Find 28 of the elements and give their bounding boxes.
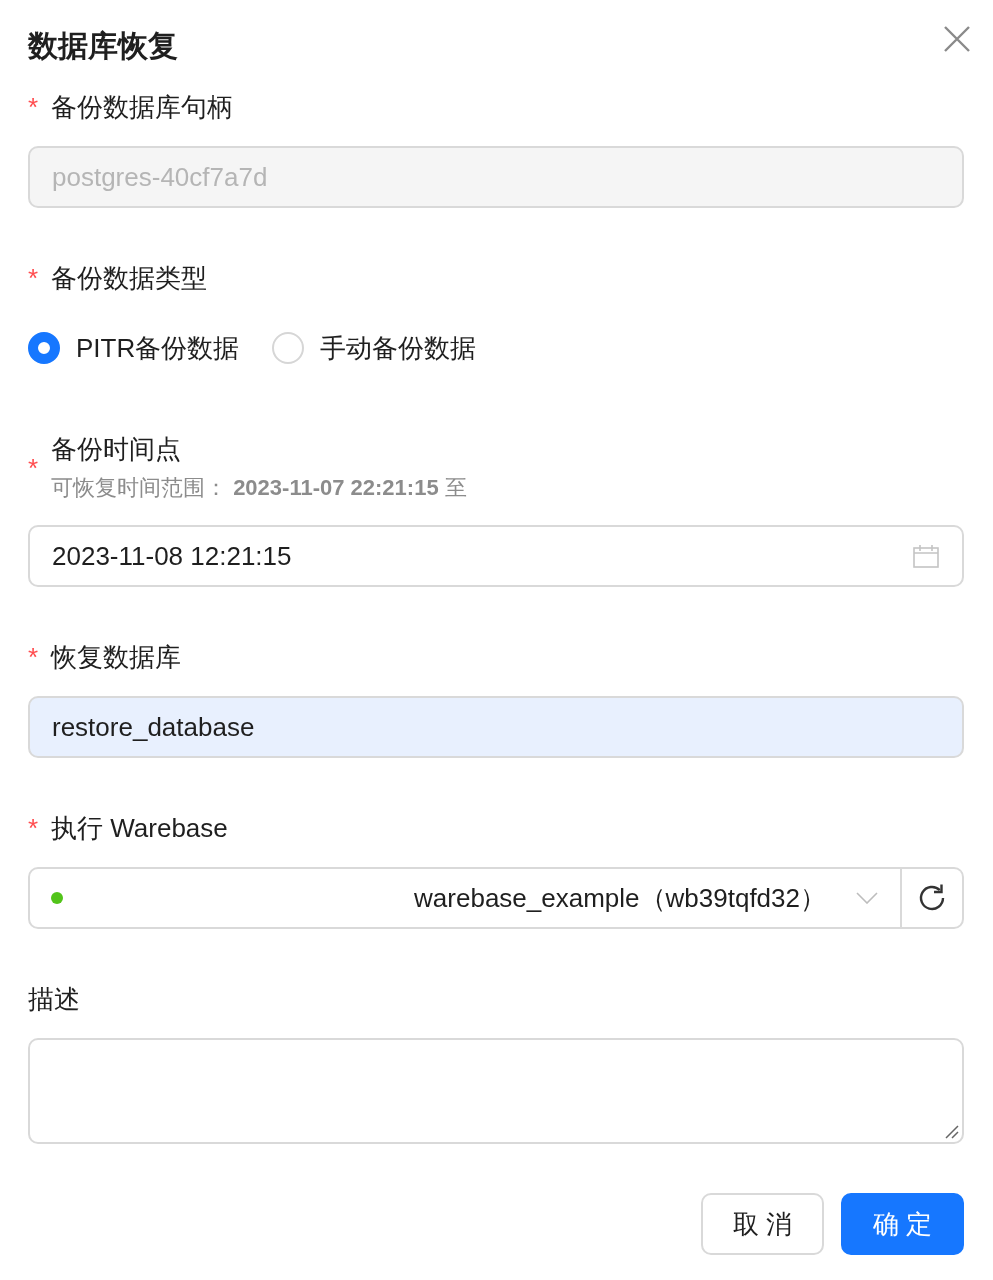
input-field[interactable]: restore_database <box>28 696 964 758</box>
radio-option[interactable]: PITR备份数据 <box>28 330 240 366</box>
select-field[interactable]: warebase_example（wb39tqfd32） <box>28 867 902 929</box>
field-label: 恢复数据库 <box>51 641 181 674</box>
calendar-icon <box>913 544 939 568</box>
textarea-field[interactable] <box>28 1038 964 1144</box>
radio-option[interactable]: 手动备份数据 <box>272 330 477 366</box>
resize-handle-icon[interactable] <box>945 1125 959 1139</box>
cancel-button[interactable]: 取 消 <box>700 1193 824 1255</box>
required-mark: * <box>28 641 40 674</box>
field-label: 备份数据类型 <box>51 262 207 295</box>
refresh-icon <box>917 883 947 913</box>
radio-icon[interactable] <box>28 332 60 364</box>
required-mark: * <box>28 262 40 295</box>
field-label: 备份数据库句柄 <box>51 91 233 124</box>
refresh-button[interactable] <box>902 867 964 929</box>
confirm-button[interactable]: 确 定 <box>840 1193 964 1255</box>
close-icon[interactable] <box>944 26 970 52</box>
range-hint: 可恢复时间范围： 2023-11-07 22:21:15 至 <box>51 474 467 502</box>
required-mark: * <box>28 452 40 485</box>
date-field[interactable]: 2023-11-08 12:21:15 <box>28 525 964 587</box>
chevron-down-icon <box>856 892 878 904</box>
required-mark: * <box>28 812 40 845</box>
required-mark: * <box>28 91 40 124</box>
field-label: 备份时间点 <box>51 433 181 466</box>
dialog-title: 数据库恢复 <box>28 28 178 64</box>
field-label: 执行 Warebase <box>51 812 228 845</box>
field-label: 描述 <box>28 983 80 1016</box>
